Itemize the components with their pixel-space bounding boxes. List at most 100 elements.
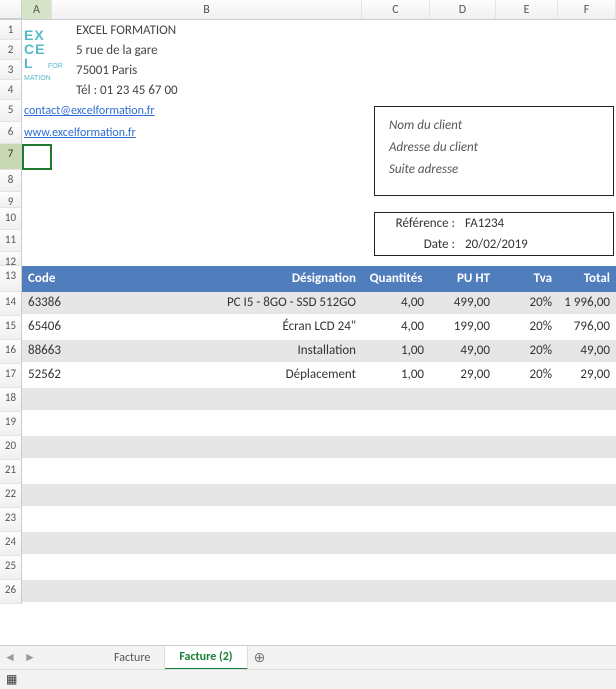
tab-nav-prev[interactable]: ◄ <box>0 647 20 669</box>
cell-total[interactable]: 796,00 <box>558 316 616 338</box>
client-address2: Suite adresse <box>389 159 599 181</box>
cell-qty[interactable]: 1,00 <box>362 364 430 386</box>
worksheet-area[interactable]: EX CE L FOR MATION EXCEL FORMATION 5 rue… <box>22 20 616 650</box>
chevron-right-icon: ► <box>24 650 36 665</box>
row-header-19[interactable]: 19 <box>0 412 22 436</box>
record-macro-icon[interactable]: ▦ <box>6 672 17 687</box>
cell-pu[interactable]: 199,00 <box>430 316 496 338</box>
row-header-12[interactable]: 12 <box>0 252 22 266</box>
reference-label: Référence : <box>375 213 461 234</box>
cell-code[interactable]: 88663 <box>22 340 82 362</box>
company-address1: 5 rue de la gare <box>76 43 158 58</box>
row-header-11[interactable]: 11 <box>0 230 22 252</box>
row-header-24[interactable]: 24 <box>0 532 22 556</box>
col-header-A[interactable]: A <box>22 0 52 19</box>
cell-total[interactable]: 1 996,00 <box>558 292 616 314</box>
col-header-F[interactable]: F <box>558 0 616 19</box>
cell-code[interactable]: 63386 <box>22 292 82 314</box>
company-email-link[interactable]: contact@excelformation.fr <box>24 104 155 118</box>
table-row[interactable]: 88663 Installation 1,00 49,00 20% 49,00 <box>22 340 616 362</box>
th-tva[interactable]: Tva <box>496 266 558 292</box>
row-header-6[interactable]: 6 <box>0 122 22 144</box>
row-header-21[interactable]: 21 <box>0 460 22 484</box>
cell-designation[interactable]: Écran LCD 24" <box>82 316 362 338</box>
client-name: Nom du client <box>389 115 599 137</box>
row-header-1[interactable]: 1 <box>0 20 22 40</box>
row-header-15[interactable]: 15 <box>0 316 22 340</box>
row-header-22[interactable]: 22 <box>0 484 22 508</box>
company-logo: EX CE L FOR MATION <box>24 26 72 102</box>
col-header-D[interactable]: D <box>430 0 496 19</box>
cell-code[interactable]: 52562 <box>22 364 82 386</box>
cell-pu[interactable]: 29,00 <box>430 364 496 386</box>
table-row-empty[interactable] <box>22 436 616 458</box>
table-row-empty[interactable] <box>22 412 616 434</box>
cell-designation[interactable]: Déplacement <box>82 364 362 386</box>
table-row-empty[interactable] <box>22 556 616 578</box>
tab-nav-next[interactable]: ► <box>20 647 40 669</box>
cell-tva[interactable]: 20% <box>496 316 558 338</box>
cell-tva[interactable]: 20% <box>496 364 558 386</box>
cell-qty[interactable]: 1,00 <box>362 340 430 362</box>
cell-code[interactable]: 65406 <box>22 316 82 338</box>
th-qty[interactable]: Quantités <box>362 266 430 292</box>
row-header-8[interactable]: 8 <box>0 170 22 192</box>
client-address1: Adresse du client <box>389 137 599 159</box>
row-header-4[interactable]: 4 <box>0 80 22 100</box>
th-pu[interactable]: PU HT <box>430 266 496 292</box>
row-header-18[interactable]: 18 <box>0 388 22 412</box>
cell-pu[interactable]: 499,00 <box>430 292 496 314</box>
th-code[interactable]: Code <box>22 266 82 292</box>
table-row-empty[interactable] <box>22 508 616 530</box>
company-name: EXCEL FORMATION <box>76 23 176 38</box>
cell-designation[interactable]: PC I5 - 8GO - SSD 512GO <box>82 292 362 314</box>
cell-selection <box>22 144 52 170</box>
add-sheet-button[interactable]: ⊕ <box>248 649 272 666</box>
company-website-link[interactable]: www.excelformation.fr <box>24 126 136 140</box>
cell-qty[interactable]: 4,00 <box>362 316 430 338</box>
table-row-empty[interactable] <box>22 580 616 602</box>
cell-tva[interactable]: 20% <box>496 340 558 362</box>
col-header-E[interactable]: E <box>496 0 558 19</box>
th-designation[interactable]: Désignation <box>82 266 362 292</box>
svg-text:FOR: FOR <box>48 63 63 70</box>
row-header-17[interactable]: 17 <box>0 364 22 388</box>
table-row[interactable]: 52562 Déplacement 1,00 29,00 20% 29,00 <box>22 364 616 386</box>
row-headers: 1 2 3 4 5 6 7 8 9 10 11 12 13 14 15 16 1… <box>0 20 22 650</box>
table-row-empty[interactable] <box>22 388 616 410</box>
row-header-26[interactable]: 26 <box>0 580 22 604</box>
col-header-C[interactable]: C <box>362 0 430 19</box>
row-header-10[interactable]: 10 <box>0 208 22 230</box>
row-header-14[interactable]: 14 <box>0 292 22 316</box>
table-row-empty[interactable] <box>22 532 616 554</box>
table-row[interactable]: 63386 PC I5 - 8GO - SSD 512GO 4,00 499,0… <box>22 292 616 314</box>
sheet-tab-facture[interactable]: Facture <box>100 647 165 669</box>
row-header-13[interactable]: 13 <box>0 266 22 292</box>
row-header-2[interactable]: 2 <box>0 40 22 60</box>
cell-total[interactable]: 49,00 <box>558 340 616 362</box>
row-header-20[interactable]: 20 <box>0 436 22 460</box>
cell-tva[interactable]: 20% <box>496 292 558 314</box>
row-header-9[interactable]: 9 <box>0 192 22 208</box>
th-total[interactable]: Total <box>558 266 616 292</box>
company-address2: 75001 Paris <box>76 63 137 78</box>
cell-total[interactable]: 29,00 <box>558 364 616 386</box>
table-row-empty[interactable] <box>22 484 616 506</box>
cell-qty[interactable]: 4,00 <box>362 292 430 314</box>
row-header-16[interactable]: 16 <box>0 340 22 364</box>
row-header-23[interactable]: 23 <box>0 508 22 532</box>
table-row-empty[interactable] <box>22 460 616 482</box>
status-bar: ▦ <box>0 669 616 689</box>
cell-designation[interactable]: Installation <box>82 340 362 362</box>
row-header-7[interactable]: 7 <box>0 144 22 170</box>
select-all-corner[interactable] <box>0 0 22 19</box>
row-header-5[interactable]: 5 <box>0 100 22 122</box>
sheet-tabs-bar: ◄ ► Facture Facture (2) ⊕ <box>0 645 616 669</box>
col-header-B[interactable]: B <box>52 0 362 19</box>
date-value: 20/02/2019 <box>461 234 551 255</box>
sheet-tab-facture-2[interactable]: Facture (2) <box>165 646 247 670</box>
table-row[interactable]: 65406 Écran LCD 24" 4,00 199,00 20% 796,… <box>22 316 616 338</box>
row-header-25[interactable]: 25 <box>0 556 22 580</box>
cell-pu[interactable]: 49,00 <box>430 340 496 362</box>
row-header-3[interactable]: 3 <box>0 60 22 80</box>
